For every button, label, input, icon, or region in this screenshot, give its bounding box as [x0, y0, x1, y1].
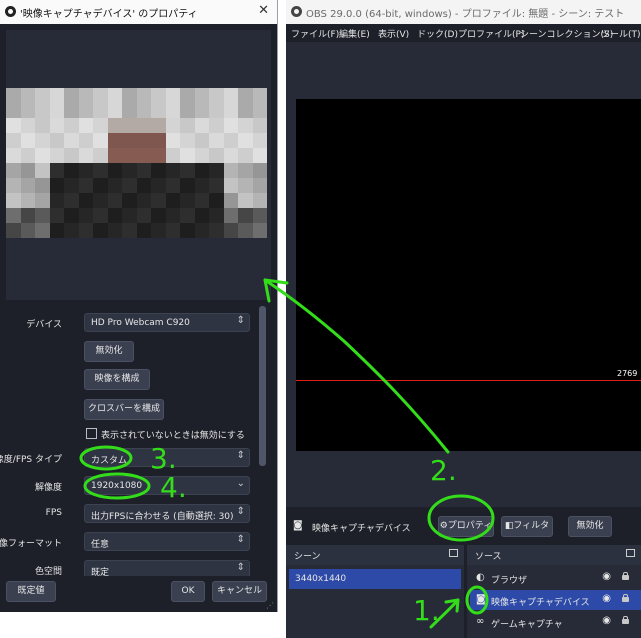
color-space-select[interactable]: 既定 ⇕	[84, 560, 250, 576]
properties-panel: デバイス HD Pro Webcam C920 ⇕ 無効化 映像を構成 クロスバ…	[0, 306, 258, 576]
device-value: HD Pro Webcam C920	[91, 318, 190, 328]
menu-scene-collection[interactable]: シーンコレクション(S)	[520, 27, 613, 40]
updown-icon: ⇕	[236, 534, 245, 545]
color-space-value: 既定	[91, 568, 110, 576]
defaults-button[interactable]: 既定値	[6, 581, 56, 602]
undock-icon[interactable]	[626, 549, 635, 557]
ok-button[interactable]: OK	[171, 581, 205, 602]
eye-icon[interactable]: ◉	[602, 571, 611, 582]
scene-item[interactable]: 3440x1440	[289, 569, 461, 589]
sources-title: ソース	[475, 552, 502, 562]
lock-icon[interactable]	[622, 616, 629, 624]
resolution-value: 1920x1080	[91, 481, 143, 491]
lock-icon[interactable]	[622, 572, 629, 580]
obs-title-bar: OBS 29.0.0 (64-bit, windows) - プロファイル: 無…	[286, 0, 641, 24]
res-fps-type-select[interactable]: カスタム ⇕	[84, 448, 250, 467]
scene-item-label: 3440x1440	[295, 574, 347, 584]
filters-button-label: フィルタ	[513, 521, 550, 531]
fps-select[interactable]: 出力FPSに合わせる (自動選択: 30) ⇕	[84, 504, 250, 523]
color-space-label: 色空間	[34, 567, 62, 576]
camera-icon: ◙	[476, 594, 486, 605]
updown-icon: ⇕	[236, 450, 245, 461]
gamepad-icon: ∞	[476, 616, 485, 627]
sources-dock-header: ソース	[467, 545, 641, 565]
source-item-browser[interactable]: ◐ ブラウザ ◉	[470, 568, 641, 588]
updown-icon: ⇕	[236, 562, 245, 573]
source-item-label: 映像キャプチャデバイス	[491, 598, 590, 608]
undock-icon[interactable]	[449, 549, 458, 557]
source-item-video-capture[interactable]: ◙ 映像キャプチャデバイス ◉	[470, 590, 641, 610]
dialog-footer: 既定値 OK キャンセル ⋰	[0, 576, 277, 612]
properties-scrollbar[interactable]	[259, 306, 266, 466]
configure-crossbar-button[interactable]: クロスバーを構成	[84, 399, 164, 420]
menu-file[interactable]: ファイル(F)	[291, 27, 339, 40]
source-deactivate-button[interactable]: 無効化	[568, 516, 612, 537]
source-item-label: ゲームキャプチャ	[491, 620, 563, 630]
scenes-dock-header: シーン	[286, 545, 464, 565]
eye-icon[interactable]: ◉	[602, 615, 611, 626]
menu-bar: ファイル(F) 編集(E) 表示(V) ドック(D) プロファイル(P) シーン…	[286, 24, 641, 42]
cancel-button[interactable]: キャンセル	[212, 581, 267, 602]
selected-source-label: 映像キャプチャデバイス	[312, 524, 411, 534]
globe-icon: ◐	[476, 572, 485, 583]
source-item-label: ブラウザ	[491, 576, 528, 586]
menu-tools[interactable]: ツール(T)	[601, 27, 641, 40]
obs-window-title: OBS 29.0.0 (64-bit, windows) - プロファイル: 無…	[306, 9, 625, 20]
camera-icon: ◙	[293, 520, 303, 531]
filters-button[interactable]: ◧フィルタ	[501, 516, 553, 537]
checkbox-label: 表示されていないときは無効にする	[101, 431, 245, 441]
video-format-value: 任意	[91, 540, 110, 550]
video-preview	[6, 30, 271, 300]
menu-profile[interactable]: プロファイル(P)	[458, 27, 524, 40]
menu-edit[interactable]: 編集(E)	[339, 27, 370, 40]
deactivate-button[interactable]: 無効化	[84, 341, 134, 362]
device-select[interactable]: HD Pro Webcam C920 ⇕	[84, 313, 250, 332]
res-fps-type-label: 解像度/FPS タイプ	[0, 455, 62, 465]
fps-label: FPS	[45, 508, 62, 518]
properties-button-label: プロパティ	[447, 521, 493, 531]
dialog-title: '映像キャプチャデバイス' のプロパティ	[20, 9, 198, 20]
guide-distance-label: 2769	[617, 369, 638, 378]
device-label: デバイス	[26, 320, 62, 330]
configure-video-button[interactable]: 映像を構成	[84, 369, 150, 390]
resize-grip-icon[interactable]: ⋰	[266, 601, 274, 610]
video-format-label: 映像フォーマット	[0, 539, 62, 549]
menu-dock[interactable]: ドック(D)	[417, 27, 458, 40]
updown-icon: ⇕	[236, 506, 245, 517]
updown-icon: ⇕	[236, 315, 245, 326]
eye-icon[interactable]: ◉	[602, 593, 611, 604]
chevron-down-icon: ⌄	[236, 478, 245, 489]
preview-canvas[interactable]	[296, 99, 641, 451]
close-icon[interactable]: ✕	[258, 3, 269, 18]
scenes-title: シーン	[294, 552, 321, 562]
menu-view[interactable]: 表示(V)	[378, 27, 409, 40]
disable-when-hidden-checkbox[interactable]	[86, 428, 97, 439]
guide-line	[296, 380, 641, 381]
obs-logo-icon	[291, 6, 302, 17]
properties-button[interactable]: ⚙プロパティ	[438, 516, 494, 537]
gear-icon: ⚙	[439, 521, 448, 531]
source-item-game-capture[interactable]: ∞ ゲームキャプチャ ◉	[470, 612, 641, 632]
obs-logo-icon	[5, 6, 16, 17]
pixelated-camera-image	[6, 88, 267, 238]
source-toolbar: ◙ 映像キャプチャデバイス ⚙プロパティ ◧フィルタ 無効化	[286, 512, 641, 542]
video-format-select[interactable]: 任意 ⇕	[84, 532, 250, 551]
dialog-title-bar: '映像キャプチャデバイス' のプロパティ ✕	[0, 0, 277, 24]
lock-icon[interactable]	[622, 594, 629, 602]
fps-value: 出力FPSに合わせる (自動選択: 30)	[91, 512, 234, 522]
res-fps-type-value: カスタム	[91, 456, 128, 466]
resolution-select[interactable]: 1920x1080 ⌄	[84, 476, 250, 495]
resolution-label: 解像度	[34, 483, 62, 493]
